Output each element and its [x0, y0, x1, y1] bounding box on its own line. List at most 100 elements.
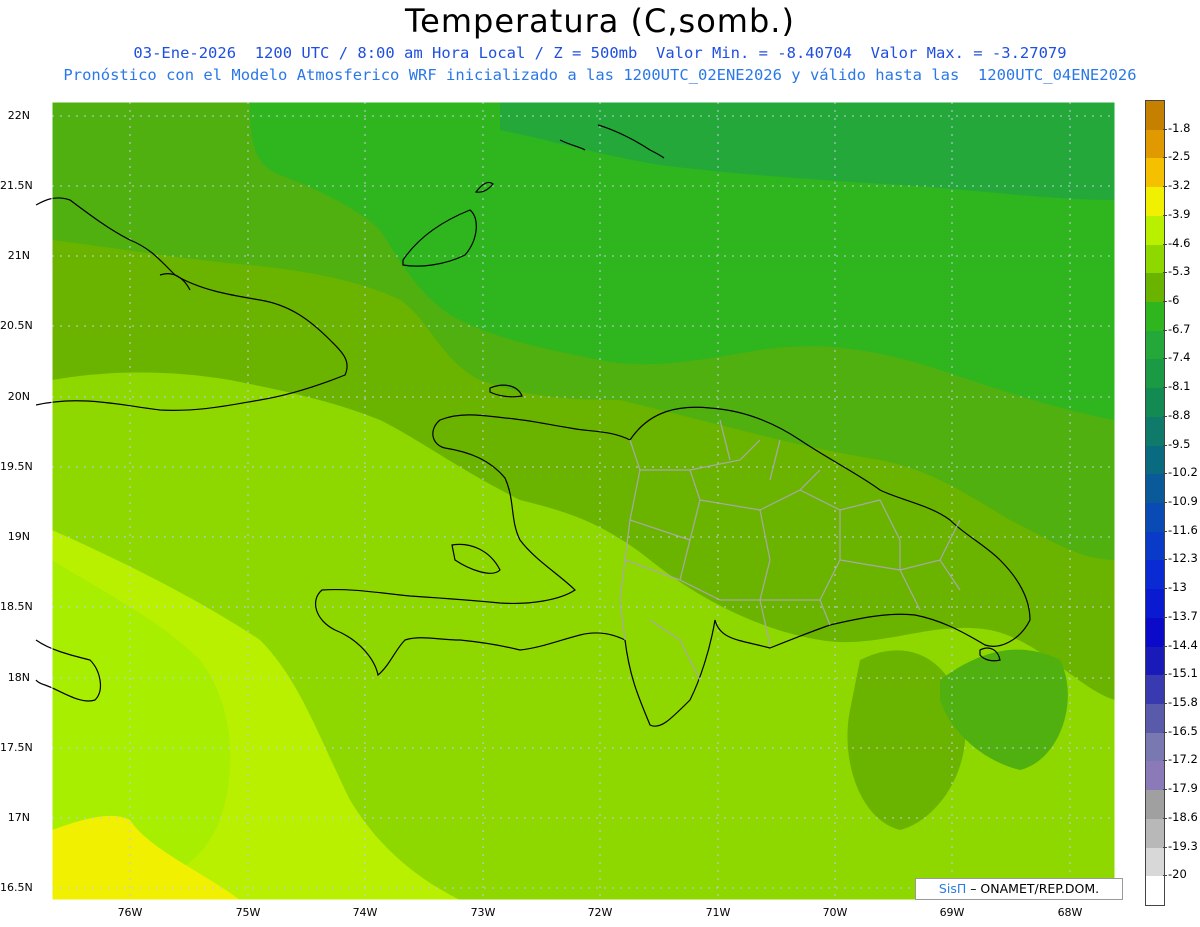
colorbar-label: -12.3: [1168, 551, 1198, 566]
colorbar-tick: [1163, 588, 1167, 590]
colorbar-cell: [1146, 445, 1164, 475]
colorbar-tick: [1163, 157, 1167, 159]
colorbar-tick: [1163, 703, 1167, 704]
colorbar-tick: [1163, 415, 1167, 417]
temperature-map: [35, 101, 1116, 901]
colorbar-cell: [1146, 675, 1164, 705]
colorbar-cell: [1146, 101, 1164, 131]
colorbar-tick: [1163, 789, 1167, 791]
lat-label-19-5n: 19.5N: [0, 460, 33, 473]
lon-label-72w: 72W: [587, 906, 613, 919]
colorbar-label: -2.5: [1168, 149, 1191, 164]
lat-label-19n: 19N: [7, 530, 30, 543]
colorbar-cell: [1146, 790, 1164, 820]
colorbar-tick: [1163, 128, 1167, 130]
lon-label-73w: 73W: [470, 906, 496, 919]
colorbar-label: -8.1: [1168, 379, 1191, 394]
colorbar-cell: [1146, 503, 1164, 533]
colorbar-label: -6.7: [1168, 321, 1191, 336]
temperature-shading: [52, 102, 1115, 900]
colorbar-tick: [1163, 502, 1167, 503]
lat-label-20-5n: 20.5N: [0, 319, 33, 332]
colorbar-tick: [1163, 358, 1167, 360]
colorbar-cell: [1146, 359, 1164, 389]
lat-label-18n: 18N: [7, 671, 30, 684]
lon-label-68w: 68W: [1057, 906, 1083, 919]
credit-box: SisΠ – ONAMET/REP.DOM.: [915, 878, 1123, 900]
colorbar-label: -17.9: [1168, 781, 1198, 796]
colorbar-label: -6: [1168, 293, 1180, 307]
colorbar-cell: [1146, 761, 1164, 791]
colorbar-cell: [1146, 158, 1164, 188]
colorbar-label: -10.9: [1168, 494, 1198, 508]
colorbar-label: -14.4: [1168, 637, 1198, 652]
colorbar-label: -20: [1168, 867, 1187, 882]
colorbar-label: -17.2: [1168, 752, 1198, 767]
lon-label-74w: 74W: [352, 906, 378, 919]
colorbar-cell: [1146, 302, 1164, 332]
colorbar-cell: [1146, 215, 1164, 246]
colorbar-label: -7.4: [1168, 350, 1191, 365]
lat-label-21-5n: 21.5N: [0, 179, 33, 192]
colorbar-label: -11.6: [1168, 522, 1198, 537]
colorbar-tick: [1163, 243, 1167, 245]
colorbar: [1145, 100, 1165, 906]
lon-label-76w: 76W: [117, 906, 143, 919]
colorbar-cell: [1146, 646, 1164, 676]
colorbar-cell: [1146, 388, 1164, 418]
colorbar-tick: [1163, 387, 1167, 389]
colorbar-cell: [1146, 129, 1164, 159]
colorbar-tick: [1163, 731, 1167, 733]
lon-label-70w: 70W: [822, 906, 848, 919]
colorbar-label: -19.3: [1168, 838, 1198, 853]
colorbar-label: -13.7: [1168, 608, 1198, 623]
colorbar-tick: [1163, 473, 1167, 475]
colorbar-cell: [1146, 617, 1164, 648]
colorbar-cell: [1146, 273, 1164, 303]
colorbar-label: -13: [1168, 580, 1187, 595]
colorbar-tick: [1163, 817, 1167, 819]
lat-label-22n: 22N: [7, 109, 30, 122]
colorbar-tick: [1163, 186, 1167, 188]
colorbar-cell: [1146, 187, 1164, 217]
colorbar-tick: [1163, 875, 1167, 877]
lat-label-20n: 20N: [7, 390, 30, 403]
lat-label-17-5n: 17.5N: [0, 741, 33, 754]
colorbar-tick: [1163, 530, 1167, 532]
colorbar-cell: [1146, 244, 1164, 274]
colorbar-label: -15.1: [1168, 666, 1198, 681]
lon-label-69w: 69W: [939, 906, 965, 919]
colorbar-cell: [1146, 531, 1164, 561]
colorbar-label: -10.2: [1168, 465, 1198, 480]
colorbar-label: -3.2: [1168, 178, 1191, 193]
colorbar-tick: [1163, 272, 1167, 274]
colorbar-tick: [1163, 214, 1167, 216]
lat-label-18-5n: 18.5N: [0, 600, 33, 613]
colorbar-label: -18.6: [1168, 809, 1198, 824]
lon-label-75w: 75W: [235, 906, 261, 919]
colorbar-cell: [1146, 474, 1164, 504]
colorbar-tick: [1163, 674, 1167, 676]
colorbar-label: -1.8: [1168, 120, 1191, 135]
colorbar-tick: [1163, 760, 1167, 762]
lon-label-71w: 71W: [705, 906, 731, 919]
credit-text: – ONAMET/REP.DOM.: [966, 881, 1100, 896]
colorbar-label: -16.5: [1168, 723, 1198, 738]
lat-label-21n: 21N: [7, 249, 30, 262]
colorbar-tick: [1163, 301, 1167, 302]
colorbar-cell: [1146, 704, 1164, 734]
colorbar-cell: [1146, 876, 1164, 906]
colorbar-tick: [1163, 559, 1167, 561]
colorbar-tick: [1163, 645, 1167, 647]
colorbar-label: -9.5: [1168, 436, 1191, 451]
colorbar-label: -8.8: [1168, 407, 1191, 422]
colorbar-cell: [1146, 560, 1164, 590]
colorbar-label: -15.8: [1168, 695, 1198, 709]
colorbar-tick: [1163, 846, 1167, 848]
colorbar-tick: [1163, 444, 1167, 446]
colorbar-label: -4.6: [1168, 235, 1191, 250]
colorbar-cell: [1146, 732, 1164, 762]
colorbar-label: -5.3: [1168, 264, 1191, 279]
colorbar-cell: [1146, 589, 1164, 619]
colorbar-tick: [1163, 616, 1167, 618]
